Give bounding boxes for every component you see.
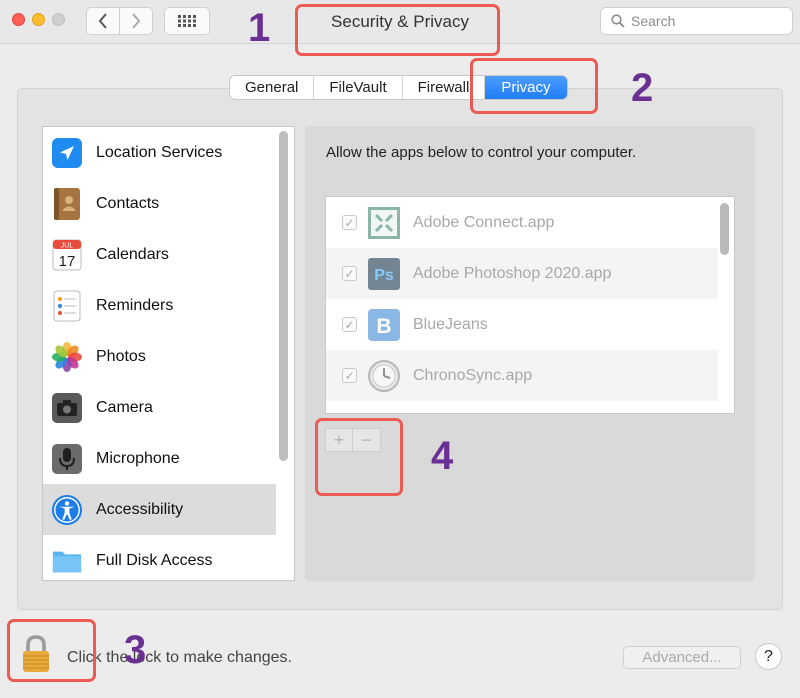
location-arrow-icon — [51, 136, 83, 170]
chronosync-clock-icon — [367, 359, 401, 393]
sidebar-item-label: Camera — [96, 398, 153, 416]
sidebar-item-camera[interactable]: Camera — [43, 382, 276, 433]
sidebar-item-label: Full Disk Access — [96, 551, 213, 569]
privacy-category-list[interactable]: Location Services Contacts JUL 17 Calend… — [42, 126, 295, 581]
app-name: ChronoSync.app — [413, 367, 533, 384]
app-checkbox[interactable]: ✓ — [342, 266, 357, 281]
list-item[interactable]: ✓ ChronoSync.app — [326, 350, 718, 401]
sidebar-item-label: Accessibility — [96, 500, 184, 518]
annotation-box-1 — [295, 4, 500, 56]
tab-general[interactable]: General — [230, 76, 315, 99]
app-checkbox[interactable]: ✓ — [342, 368, 357, 383]
list-item[interactable]: ✓ Adobe Connect.app — [326, 197, 718, 248]
sidebar-item-label: Reminders — [96, 296, 174, 314]
annotation-box-4 — [315, 418, 403, 496]
search-icon — [611, 14, 625, 28]
sidebar-item-calendars[interactable]: JUL 17 Calendars — [43, 229, 276, 280]
search-input[interactable] — [631, 13, 781, 29]
list-item[interactable]: ✓ Ps Adobe Photoshop 2020.app — [326, 248, 718, 299]
sidebar-item-reminders[interactable]: Reminders — [43, 280, 276, 331]
sidebar-item-location-services[interactable]: Location Services — [43, 127, 276, 178]
folder-icon — [51, 544, 83, 578]
contacts-book-icon — [51, 187, 83, 221]
sidebar-item-full-disk-access[interactable]: Full Disk Access — [43, 535, 276, 580]
lock-hint-text: Click the lock to make changes. — [67, 649, 292, 666]
help-button[interactable]: ? — [755, 643, 782, 670]
sidebar-item-label: Calendars — [96, 245, 169, 263]
annotation-box-2 — [470, 58, 598, 114]
microphone-icon — [51, 442, 83, 476]
accessibility-icon — [51, 493, 83, 527]
photoshop-icon: Ps — [367, 257, 401, 291]
calendar-icon: JUL 17 — [51, 238, 83, 272]
list-item[interactable]: ✓ B BlueJeans — [326, 299, 718, 350]
calendar-month-text: JUL — [61, 242, 74, 249]
tab-filevault[interactable]: FileVault — [314, 76, 403, 99]
photoshop-icon-text: Ps — [374, 267, 394, 284]
search-field[interactable] — [600, 7, 793, 35]
sidebar-item-contacts[interactable]: Contacts — [43, 178, 276, 229]
advanced-button[interactable]: Advanced... — [623, 646, 741, 669]
camera-icon — [51, 391, 83, 425]
bluejeans-icon-text: B — [376, 315, 391, 338]
app-list-scrollbar[interactable] — [720, 203, 729, 255]
annotation-number-2: 2 — [631, 66, 654, 110]
annotation-number-3: 3 — [124, 628, 147, 672]
sidebar-item-microphone[interactable]: Microphone — [43, 433, 276, 484]
sidebar-item-label: Photos — [96, 347, 146, 365]
adobe-connect-icon — [367, 206, 401, 240]
reminders-list-icon — [51, 289, 83, 323]
app-name: Adobe Photoshop 2020.app — [413, 265, 612, 282]
photos-flower-icon — [51, 340, 83, 374]
sidebar-item-photos[interactable]: Photos — [43, 331, 276, 382]
app-list[interactable]: ✓ Adobe Connect.app ✓ Ps Adobe Photoshop… — [325, 196, 735, 414]
app-checkbox[interactable]: ✓ — [342, 215, 357, 230]
annotation-number-4: 4 — [431, 434, 454, 478]
app-checkbox[interactable]: ✓ — [342, 317, 357, 332]
app-name: BlueJeans — [413, 316, 488, 333]
calendar-day-text: 17 — [59, 253, 76, 270]
annotation-number-1: 1 — [248, 6, 271, 50]
sidebar-item-label: Microphone — [96, 449, 180, 467]
bluejeans-icon: B — [367, 308, 401, 342]
category-list-scrollbar[interactable] — [279, 131, 288, 461]
sidebar-item-label: Contacts — [96, 194, 160, 212]
sidebar-item-accessibility[interactable]: Accessibility — [43, 484, 276, 535]
annotation-box-3 — [7, 619, 96, 682]
app-name: Adobe Connect.app — [413, 214, 555, 231]
sidebar-item-label: Location Services — [96, 143, 223, 161]
panel-description: Allow the apps below to control your com… — [326, 144, 637, 161]
